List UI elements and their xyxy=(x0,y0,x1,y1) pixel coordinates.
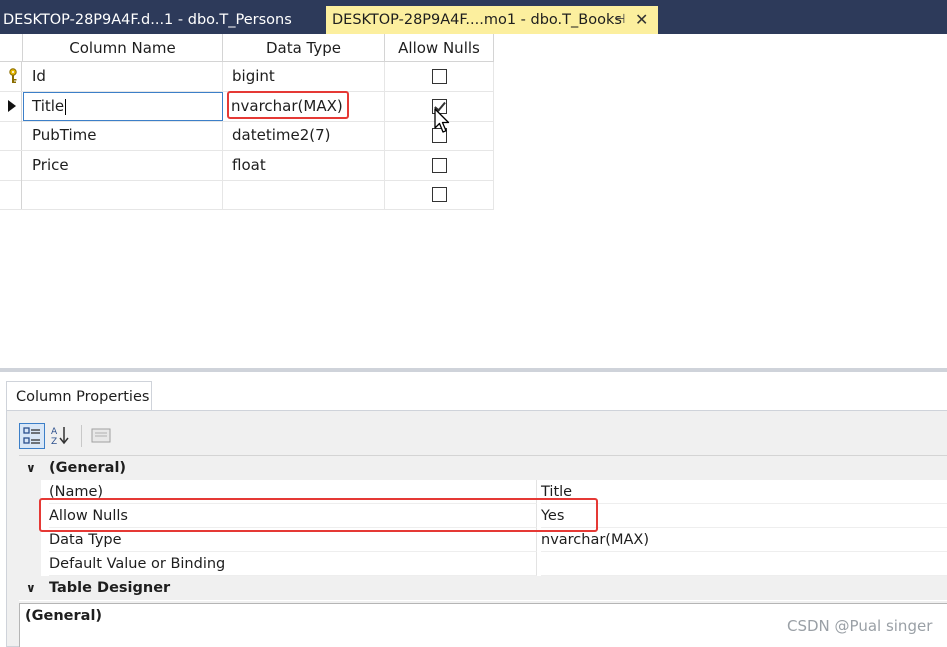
property-name: Default Value or Binding xyxy=(49,552,537,576)
column-name-cell[interactable]: Id xyxy=(23,62,223,91)
row-selector[interactable] xyxy=(0,92,22,121)
pin-icon[interactable]: ⊣ xyxy=(614,6,625,34)
allow-nulls-checkbox[interactable] xyxy=(432,187,447,202)
highlight-box-allow-nulls xyxy=(39,498,598,532)
property-value[interactable]: nvarchar(MAX) xyxy=(541,528,947,552)
collapse-chevron-icon[interactable]: ∨ xyxy=(26,456,36,480)
collapse-chevron-icon[interactable]: ∨ xyxy=(26,576,36,600)
row-gutter xyxy=(19,480,41,504)
tab-t-persons-label: DESKTOP-28P9A4F.d...1 - dbo.T_Persons xyxy=(3,12,292,28)
text-caret xyxy=(65,98,67,115)
data-type-cell[interactable]: datetime2(7) xyxy=(223,121,385,150)
header-column-name: Column Name xyxy=(23,34,223,62)
row-selector[interactable] xyxy=(0,62,22,91)
tab-column-properties[interactable]: Column Properties xyxy=(6,381,152,411)
column-name-cell[interactable]: Title xyxy=(23,92,223,121)
tab-column-properties-label: Column Properties xyxy=(16,389,150,405)
property-value[interactable]: Yes xyxy=(541,504,947,528)
allow-nulls-cell xyxy=(385,151,494,180)
allow-nulls-cell xyxy=(385,180,494,209)
column-name-cell[interactable]: PubTime xyxy=(23,121,223,150)
column-name-cell[interactable]: Price xyxy=(23,151,223,180)
primary-key-icon xyxy=(9,68,17,83)
close-icon[interactable]: ✕ xyxy=(635,6,648,34)
property-row[interactable]: Default Value or Binding xyxy=(19,552,947,576)
data-type-cell[interactable] xyxy=(223,180,385,209)
row-selector-header xyxy=(0,34,23,62)
column-name-cell[interactable] xyxy=(23,180,223,209)
row-gutter xyxy=(19,528,41,552)
highlight-box-data-type xyxy=(227,91,349,119)
row-selector[interactable] xyxy=(0,121,22,150)
header-data-type: Data Type xyxy=(223,34,385,62)
property-value[interactable] xyxy=(541,552,947,576)
categorized-icon xyxy=(23,427,40,444)
properties-toolbar: A Z xyxy=(19,421,947,449)
property-value[interactable]: Title xyxy=(541,480,947,504)
property-pages-icon xyxy=(91,428,111,443)
svg-text:A: A xyxy=(51,427,58,437)
grid-header: Column Name Data Type Allow Nulls xyxy=(0,34,494,62)
category-table-designer[interactable]: ∨ Table Designer xyxy=(19,576,947,600)
data-type-cell[interactable]: bigint xyxy=(223,62,385,91)
table-row[interactable]: Id bigint xyxy=(0,62,494,92)
row-selector[interactable] xyxy=(0,151,22,180)
categorized-button[interactable] xyxy=(19,423,45,449)
tab-t-books[interactable]: DESKTOP-28P9A4F....mo1 - dbo.T_Books ⊣ ✕ xyxy=(326,6,658,34)
tab-t-persons[interactable]: DESKTOP-28P9A4F.d...1 - dbo.T_Persons xyxy=(0,6,322,34)
mouse-pointer-icon xyxy=(434,108,450,133)
sort-az-icon: A Z xyxy=(51,427,69,447)
property-pages-button[interactable] xyxy=(89,423,115,449)
tab-t-books-label: DESKTOP-28P9A4F....mo1 - dbo.T_Books xyxy=(332,12,622,28)
table-row[interactable] xyxy=(0,180,494,210)
panel-splitter[interactable] xyxy=(0,368,947,372)
category-label: (General) xyxy=(49,460,127,476)
row-gutter xyxy=(19,504,41,528)
category-general[interactable]: ∨ (General) xyxy=(19,456,947,480)
category-label: Table Designer xyxy=(49,580,171,596)
table-row[interactable]: PubTime datetime2(7) xyxy=(0,121,494,151)
current-row-arrow-icon xyxy=(8,100,16,112)
data-type-cell[interactable]: float xyxy=(223,151,385,180)
toolbar-separator xyxy=(81,425,82,447)
header-allow-nulls: Allow Nulls xyxy=(385,34,494,62)
table-row[interactable]: Price float xyxy=(0,151,494,181)
row-selector[interactable] xyxy=(0,180,22,209)
document-tab-strip: DESKTOP-28P9A4F.d...1 - dbo.T_Persons DE… xyxy=(0,0,947,34)
allow-nulls-checkbox[interactable] xyxy=(432,69,447,84)
column-name-text: Title xyxy=(32,97,65,115)
description-title: (General) xyxy=(25,608,103,624)
allow-nulls-checkbox[interactable] xyxy=(432,158,447,173)
alphabetical-sort-button[interactable]: A Z xyxy=(49,423,75,449)
table-designer-grid: Column Name Data Type Allow Nulls Id big… xyxy=(0,34,494,210)
watermark: CSDN @Pual singer xyxy=(787,617,933,635)
row-gutter xyxy=(19,552,41,576)
allow-nulls-cell xyxy=(385,62,494,91)
svg-text:Z: Z xyxy=(51,437,57,447)
